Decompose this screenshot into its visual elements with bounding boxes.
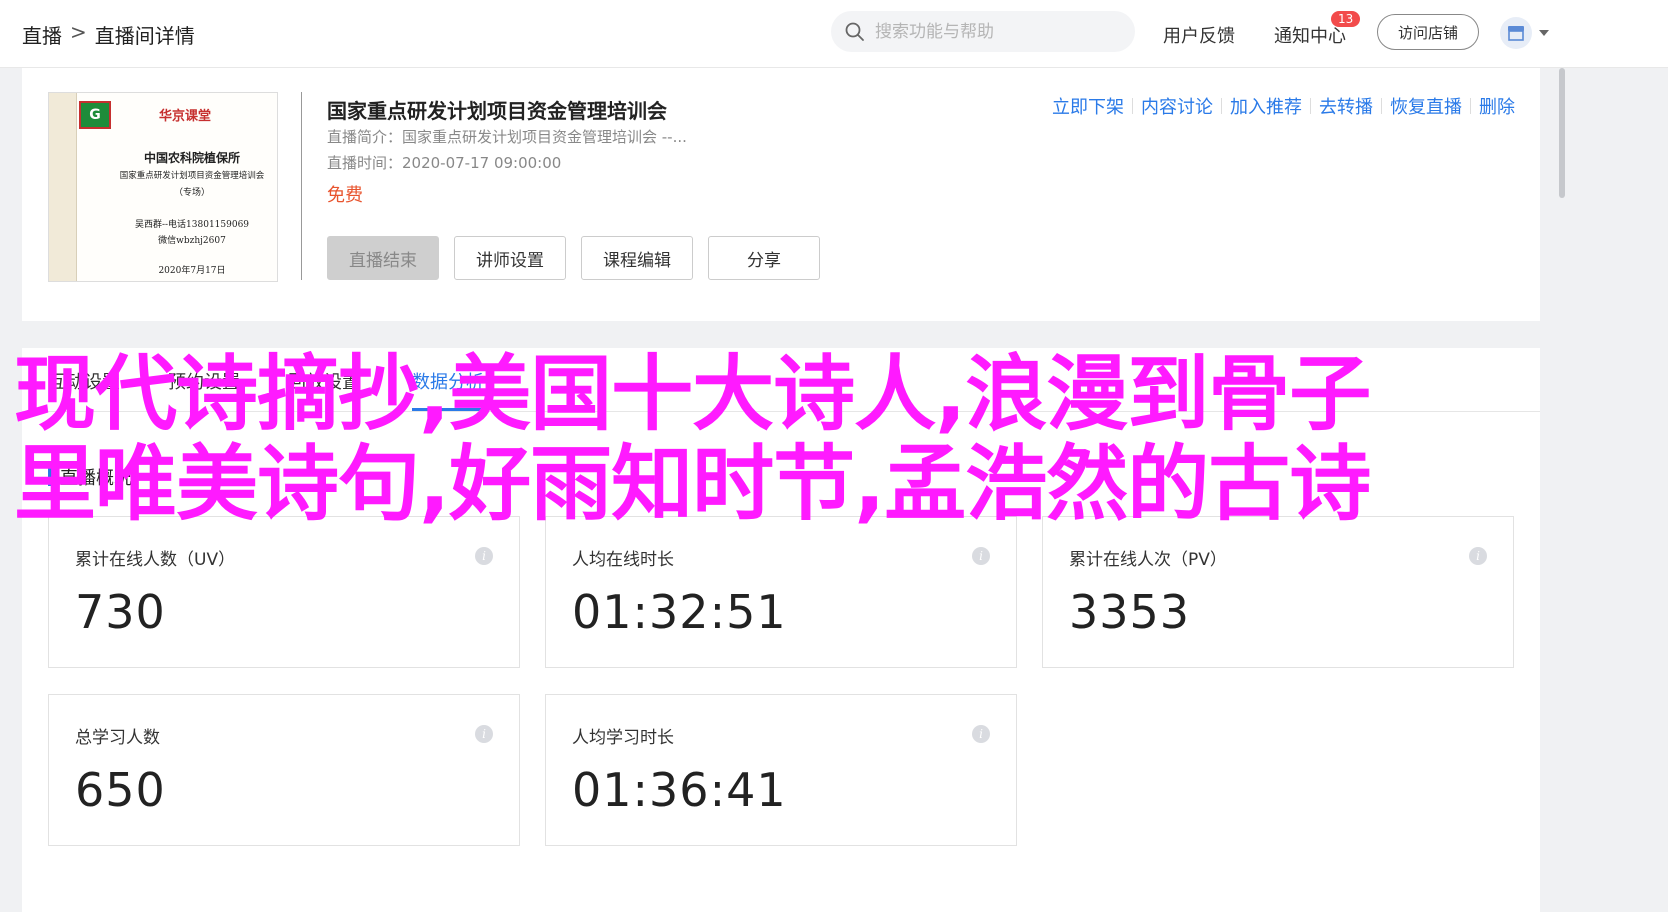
course-poster: G 华京课堂 中国农科院植保所 国家重点研发计划项目资金管理培训会 （专场） 吴…	[48, 92, 278, 282]
action-separator	[1470, 98, 1471, 114]
info-icon[interactable]: i	[475, 547, 493, 565]
action-resume-live[interactable]: 恢复直播	[1390, 93, 1462, 119]
action-recommend[interactable]: 加入推荐	[1230, 93, 1302, 119]
course-card: G 华京课堂 中国农科院植保所 国家重点研发计划项目资金管理培训会 （专场） 吴…	[22, 68, 1540, 321]
poster-contact-phone: 吴西群--电话13801159069	[134, 220, 250, 230]
search-box[interactable]	[831, 11, 1135, 52]
top-bar: 直播 > 直播间详情 用户反馈 通知中心 13 访问店铺	[0, 0, 1668, 68]
chevron-down-icon[interactable]	[1538, 29, 1550, 37]
breadcrumb-current: 直播间详情	[94, 24, 195, 48]
stat-label: 人均学习时长	[572, 728, 674, 748]
poster-logo: G	[79, 101, 111, 129]
course-intro: 直播简介：国家重点研发计划项目资金管理培训会 --...	[327, 128, 687, 146]
info-icon[interactable]: i	[972, 547, 990, 565]
action-separator	[1132, 98, 1133, 114]
action-separator	[1221, 98, 1222, 114]
search-input[interactable]	[875, 21, 1115, 42]
poster-subtitle: （专场）	[173, 188, 210, 198]
avatar[interactable]	[1500, 17, 1532, 49]
section-title-text: 直播概况	[60, 468, 132, 489]
course-edit-button[interactable]: 课程编辑	[581, 236, 693, 280]
store-icon	[1508, 26, 1524, 41]
end-live-button[interactable]: 直播结束	[327, 236, 439, 280]
poster-contact-wechat: 微信wbzhj2607	[158, 236, 226, 246]
divider	[301, 92, 302, 280]
visit-store-button[interactable]: 访问店铺	[1377, 14, 1479, 50]
stat-card-learners: 总学习人数 650 i	[48, 694, 520, 846]
poster-title: 国家重点研发计划项目资金管理培训会	[119, 171, 265, 181]
breadcrumb: 直播 > 直播间详情	[22, 20, 195, 49]
search-icon	[845, 22, 864, 41]
breadcrumb-separator: >	[70, 20, 87, 44]
course-price: 免费	[327, 185, 363, 206]
stat-label: 累计在线人次（PV）	[1069, 550, 1227, 570]
stat-label: 总学习人数	[75, 728, 160, 748]
section-title: 直播概况	[48, 464, 132, 490]
stat-card-uv: 累计在线人数（UV） 730 i	[48, 516, 520, 668]
action-separator	[1381, 98, 1382, 114]
course-actions: 立即下架 内容讨论 加入推荐 去转播 恢复直播 删除	[1052, 93, 1515, 119]
tab-data-analysis[interactable]: 数据分析	[412, 368, 484, 394]
action-take-down[interactable]: 立即下架	[1052, 93, 1124, 119]
stat-card-avg-online: 人均在线时长 01:32:51 i	[545, 516, 1017, 668]
stat-value: 650	[75, 763, 166, 817]
action-discussion[interactable]: 内容讨论	[1141, 93, 1213, 119]
poster-date: 2020年7月17日	[158, 266, 226, 276]
section-title-bar	[48, 468, 52, 486]
share-button[interactable]: 分享	[708, 236, 820, 280]
poster-brand: 华京课堂	[159, 109, 212, 124]
stat-value: 01:36:41	[572, 763, 787, 817]
breadcrumb-live[interactable]: 直播	[22, 20, 62, 49]
stat-label: 人均在线时长	[572, 550, 674, 570]
analytics-card: 互动设置 预约设置 回放设置 数据分析 直播概况 累计在线人数（UV） 730 …	[22, 348, 1540, 912]
course-time: 直播时间：2020-07-17 09:00:00	[327, 154, 562, 172]
poster-org: 中国农科院植保所	[143, 151, 240, 165]
info-icon[interactable]: i	[475, 725, 493, 743]
info-icon[interactable]: i	[1469, 547, 1487, 565]
tab-bar: 互动设置 预约设置 回放设置 数据分析	[22, 348, 1540, 412]
course-title: 国家重点研发计划项目资金管理培训会	[327, 99, 667, 123]
info-icon[interactable]: i	[972, 725, 990, 743]
stat-label: 累计在线人数（UV）	[75, 550, 236, 570]
stat-card-pv: 累计在线人次（PV） 3353 i	[1042, 516, 1514, 668]
poster-spine	[49, 93, 77, 281]
action-separator	[1310, 98, 1311, 114]
notification-badge: 13	[1331, 11, 1361, 27]
lecturer-settings-button[interactable]: 讲师设置	[454, 236, 566, 280]
tab-interaction-settings[interactable]: 互动设置	[48, 368, 120, 394]
scrollbar-thumb[interactable]	[1559, 68, 1565, 198]
feedback-link[interactable]: 用户反馈	[1163, 22, 1235, 48]
action-delete[interactable]: 删除	[1479, 93, 1515, 119]
stat-value: 730	[75, 585, 166, 639]
stat-value: 3353	[1069, 585, 1191, 639]
page-scrollbar[interactable]	[1556, 68, 1568, 912]
tab-replay-settings[interactable]: 回放设置	[288, 368, 360, 394]
stat-card-avg-learning: 人均学习时长 01:36:41 i	[545, 694, 1017, 846]
active-tab-indicator	[412, 408, 484, 411]
account-menu[interactable]	[1500, 17, 1550, 49]
action-rebroadcast[interactable]: 去转播	[1319, 93, 1373, 119]
tab-reservation-settings[interactable]: 预约设置	[168, 368, 240, 394]
stat-value: 01:32:51	[572, 585, 787, 639]
